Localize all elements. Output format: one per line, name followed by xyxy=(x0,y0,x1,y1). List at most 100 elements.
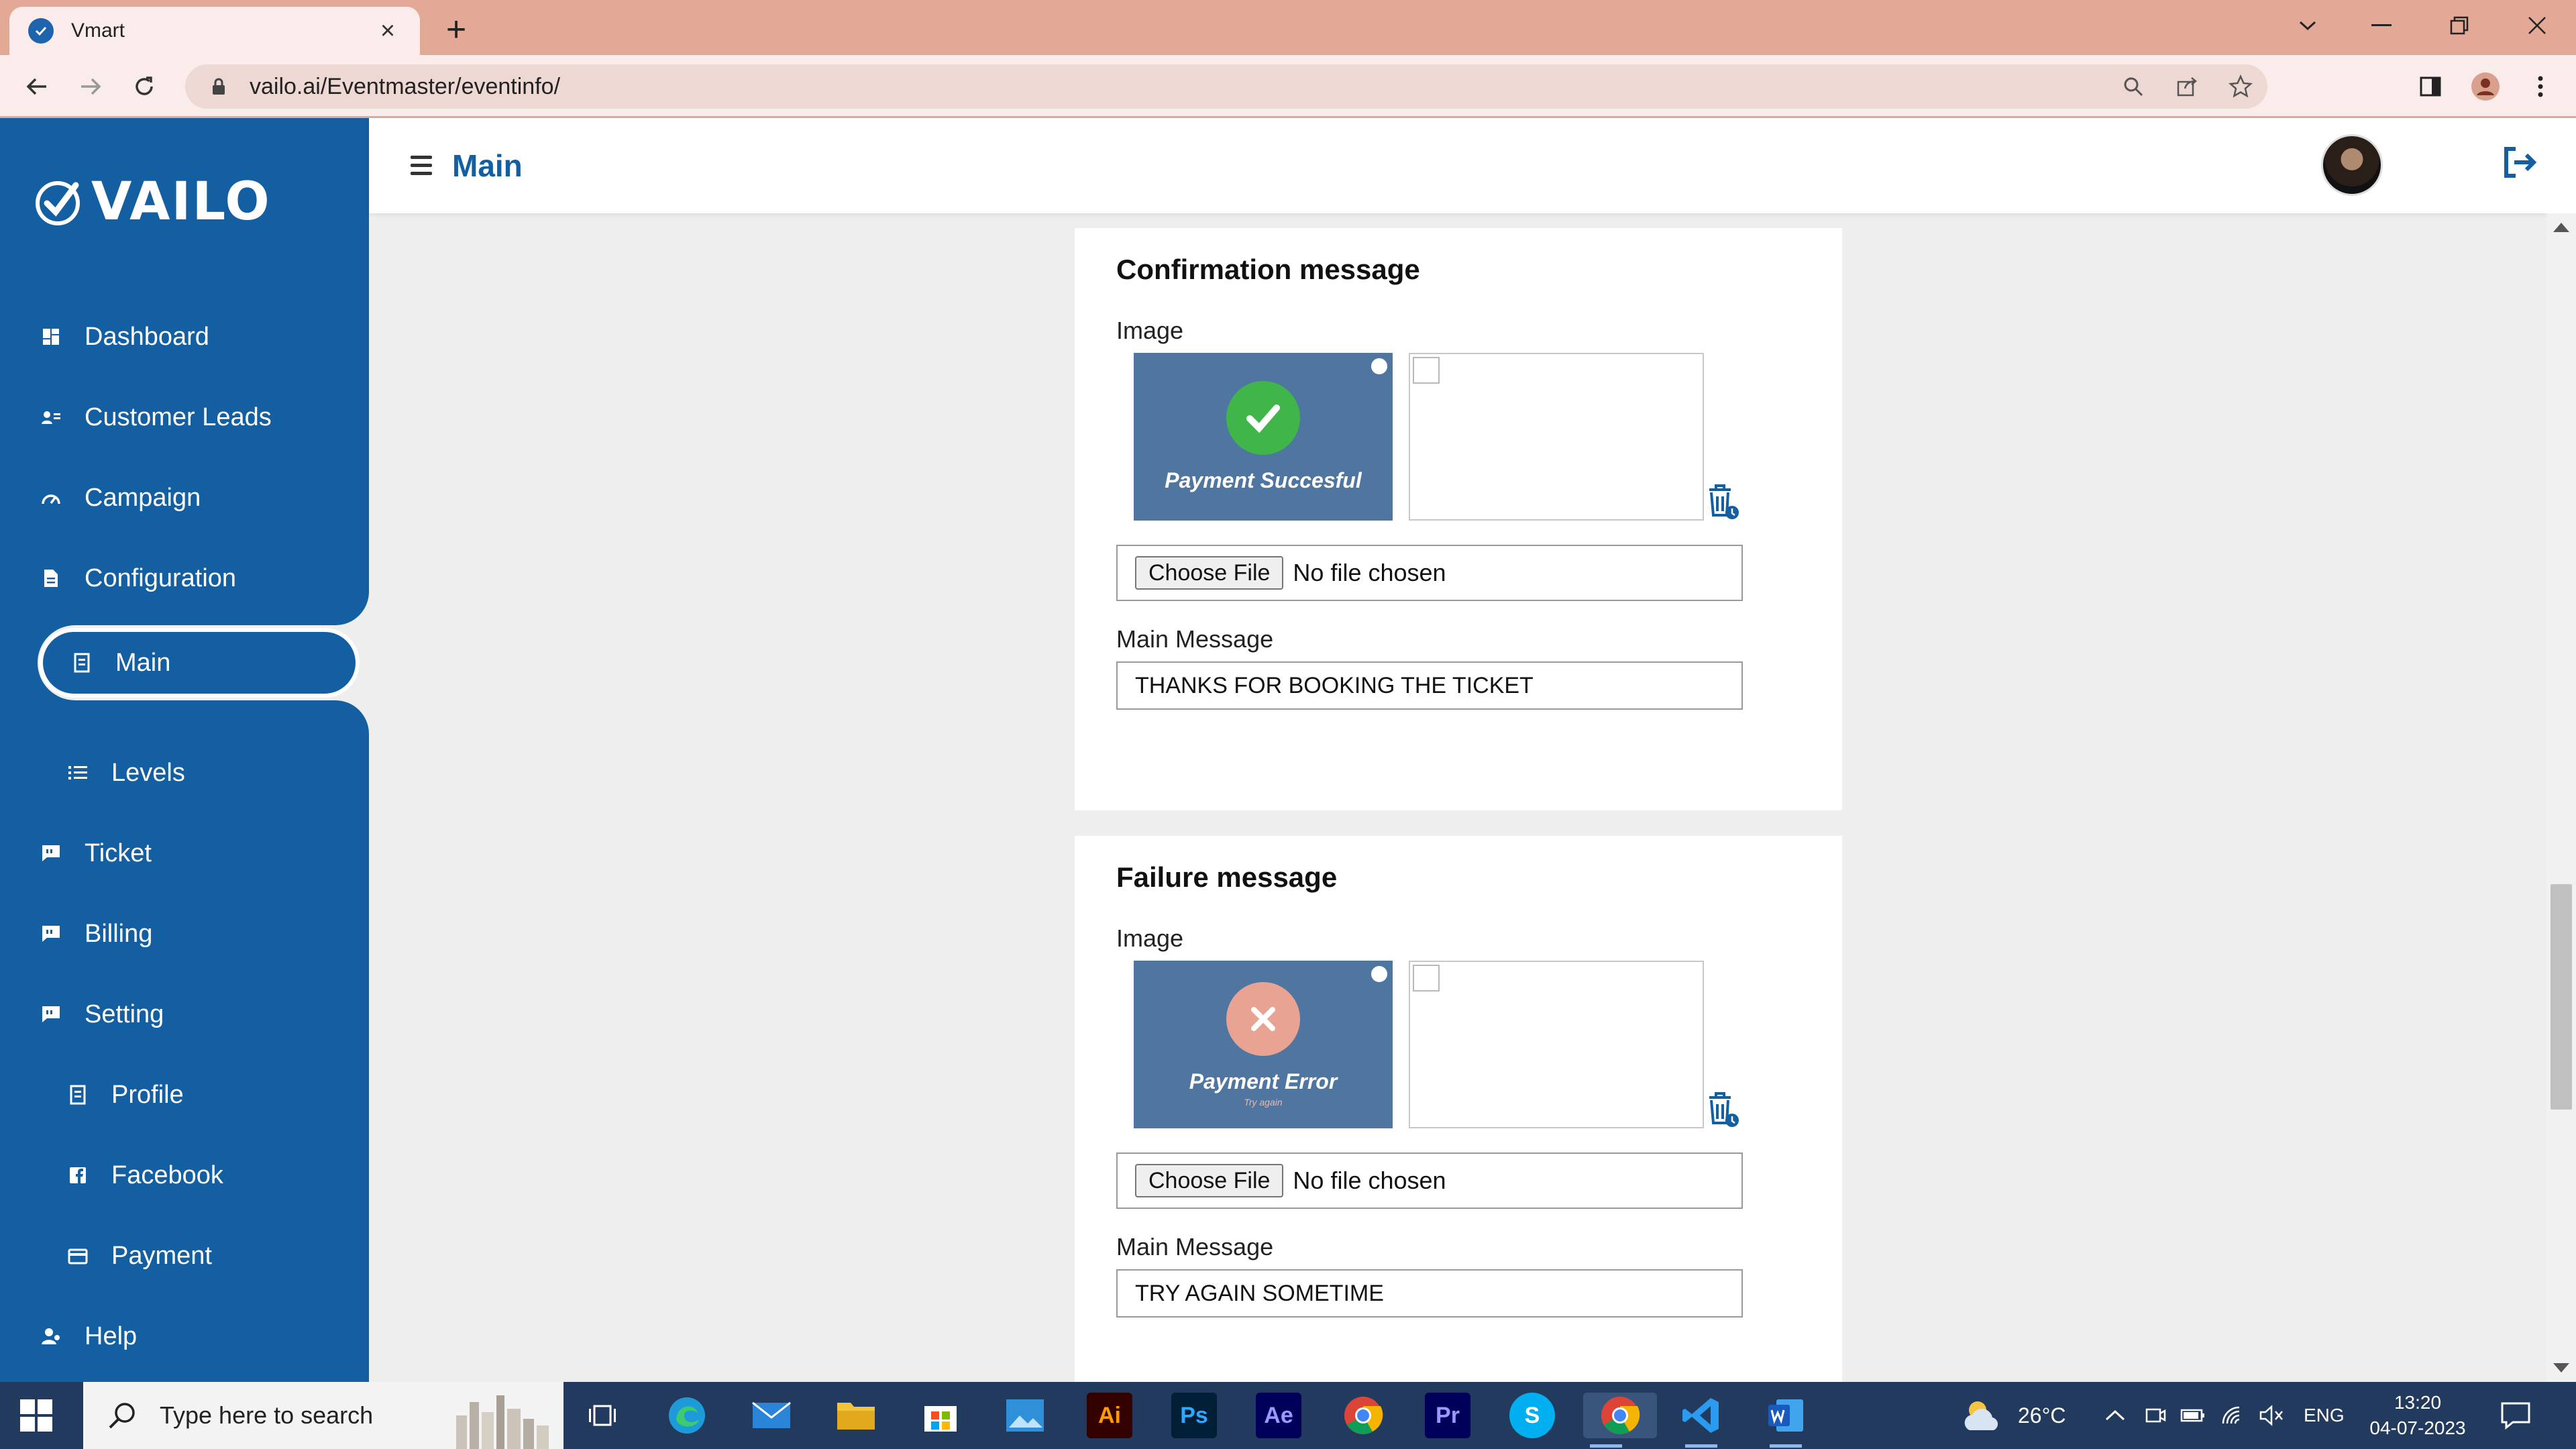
forward-icon[interactable] xyxy=(70,66,111,107)
windows-start-icon[interactable] xyxy=(20,1399,52,1432)
lock-icon[interactable] xyxy=(204,72,233,101)
new-tab-button[interactable]: + xyxy=(436,9,476,50)
choose-file-button[interactable]: Choose File xyxy=(1135,1164,1284,1197)
vscode-icon[interactable] xyxy=(1678,1393,1724,1448)
main-message-label: Main Message xyxy=(1116,1233,1274,1260)
sidebar-item-main[interactable]: Main xyxy=(39,628,360,698)
browser-tab-strip: Vmart × + xyxy=(0,0,2576,55)
broken-image-icon xyxy=(1413,965,1440,991)
scroll-down-icon[interactable] xyxy=(2553,1363,2569,1373)
main-message-input[interactable]: TRY AGAIN SOMETIME xyxy=(1116,1269,1743,1318)
chat-icon xyxy=(38,1001,64,1028)
volume-muted-icon[interactable] xyxy=(2259,1405,2285,1426)
hamburger-menu-icon[interactable] xyxy=(411,156,432,180)
main-message-label: Main Message xyxy=(1116,625,1274,653)
show-hidden-icons-chevron-icon[interactable] xyxy=(2104,1407,2127,1424)
meet-now-icon[interactable] xyxy=(2144,1404,2167,1427)
photoshop-icon[interactable]: Ps xyxy=(1171,1393,1217,1438)
sidebar-item-profile[interactable]: Profile xyxy=(0,1061,369,1128)
success-check-icon xyxy=(1226,380,1300,455)
illustrator-icon[interactable]: Ai xyxy=(1087,1393,1132,1438)
browser-menu-icon[interactable] xyxy=(2520,66,2561,107)
sidebar-item-label: Campaign xyxy=(85,483,201,512)
sidebar-item-label: Dashboard xyxy=(85,322,209,351)
delete-image-icon[interactable] xyxy=(1705,483,1740,521)
after-effects-icon[interactable]: Ae xyxy=(1256,1393,1301,1438)
edge-icon[interactable] xyxy=(664,1393,710,1438)
back-icon[interactable] xyxy=(16,66,58,107)
sidebar-item-label: Setting xyxy=(85,1000,164,1028)
failure-message-card: Failure message Image Payment Error Try … xyxy=(1075,836,1842,1382)
address-bar[interactable]: vailo.ai/Eventmaster/eventinfo/ xyxy=(185,64,2267,109)
side-panel-icon[interactable] xyxy=(2410,66,2451,107)
reload-icon[interactable] xyxy=(123,66,165,107)
sidebar-item-dashboard[interactable]: Dashboard xyxy=(0,303,369,370)
weather-widget[interactable]: 26°C xyxy=(1959,1382,2066,1449)
taskbar-search[interactable]: Type here to search xyxy=(83,1382,564,1449)
scrollbar-thumb[interactable] xyxy=(2551,884,2572,1110)
tab-search-chevron-icon[interactable] xyxy=(2281,5,2334,46)
chat-icon xyxy=(38,840,64,867)
app-header: Main xyxy=(369,118,2576,213)
preview-text: Payment Error xyxy=(1189,1069,1338,1093)
system-clock[interactable]: 13:20 04-07-2023 xyxy=(2364,1390,2471,1441)
chrome-icon[interactable] xyxy=(1340,1393,1386,1438)
clock-time: 13:20 xyxy=(2394,1392,2442,1413)
logout-icon[interactable] xyxy=(2501,144,2541,184)
vailo-favicon-icon xyxy=(28,18,54,44)
task-view-icon[interactable] xyxy=(580,1393,625,1438)
main-message-input[interactable]: THANKS FOR BOOKING THE TICKET xyxy=(1116,661,1743,710)
error-x-icon xyxy=(1226,981,1300,1056)
mail-icon[interactable] xyxy=(749,1393,794,1438)
image-label: Image xyxy=(1116,317,1184,344)
sidebar-item-setting[interactable]: Setting xyxy=(0,981,369,1048)
sidebar-item-label: Levels xyxy=(111,758,185,787)
sidebar-item-campaign[interactable]: Campaign xyxy=(0,464,369,531)
notifications-icon[interactable] xyxy=(2500,1382,2532,1449)
scroll-up-icon[interactable] xyxy=(2553,223,2569,232)
file-upload-field[interactable]: Choose File No file chosen xyxy=(1116,1152,1743,1209)
section-title: Confirmation message xyxy=(1116,254,1420,285)
browser-tab[interactable]: Vmart × xyxy=(9,7,420,55)
minimize-icon[interactable] xyxy=(2355,5,2408,46)
input-language[interactable]: ENG xyxy=(2304,1405,2345,1426)
photos-icon[interactable] xyxy=(1002,1393,1048,1438)
sidebar-item-help[interactable]: Help xyxy=(0,1303,369,1370)
skype-icon[interactable]: S xyxy=(1509,1393,1555,1438)
word-icon[interactable] xyxy=(1763,1393,1809,1448)
battery-icon[interactable] xyxy=(2180,1407,2206,1424)
select-badge-icon[interactable] xyxy=(1370,357,1389,376)
file-upload-field[interactable]: Choose File No file chosen xyxy=(1116,545,1743,601)
profile-icon[interactable] xyxy=(2465,66,2506,107)
premiere-icon[interactable]: Pr xyxy=(1425,1393,1470,1438)
sidebar-item-configuration[interactable]: Configuration xyxy=(0,545,369,612)
browser-toolbar: vailo.ai/Eventmaster/eventinfo/ xyxy=(0,55,2576,118)
wifi-icon[interactable] xyxy=(2220,1405,2245,1426)
choose-file-button[interactable]: Choose File xyxy=(1135,556,1284,590)
vailo-logo[interactable]: VAILO xyxy=(32,172,271,232)
page-icon xyxy=(64,1081,91,1108)
file-status: No file chosen xyxy=(1293,1167,1446,1194)
sidebar-item-facebook[interactable]: Facebook xyxy=(0,1142,369,1209)
delete-image-icon[interactable] xyxy=(1705,1091,1740,1128)
tab-title: Vmart xyxy=(71,19,125,42)
select-badge-icon[interactable] xyxy=(1370,965,1389,983)
close-tab-icon[interactable]: × xyxy=(374,17,401,46)
user-avatar[interactable] xyxy=(2321,134,2383,196)
window-close-icon[interactable] xyxy=(2510,5,2564,46)
sidebar-item-payment[interactable]: Payment xyxy=(0,1222,369,1289)
share-icon[interactable] xyxy=(2160,64,2214,109)
chat-icon xyxy=(38,920,64,947)
restore-icon[interactable] xyxy=(2432,5,2486,46)
sidebar-item-billing[interactable]: Billing xyxy=(0,900,369,967)
zoom-icon[interactable] xyxy=(2106,64,2160,109)
file-explorer-icon[interactable] xyxy=(833,1393,879,1438)
file-status: No file chosen xyxy=(1293,559,1446,586)
bookmark-star-icon[interactable] xyxy=(2214,64,2267,109)
store-icon[interactable] xyxy=(918,1393,963,1438)
sidebar-item-levels[interactable]: Levels xyxy=(0,739,369,806)
chrome-active-icon[interactable] xyxy=(1583,1393,1657,1448)
sidebar-item-customer-leads[interactable]: Customer Leads xyxy=(0,384,369,451)
sidebar-item-ticket[interactable]: Ticket xyxy=(0,820,369,887)
page-scrollbar[interactable] xyxy=(2546,213,2576,1382)
